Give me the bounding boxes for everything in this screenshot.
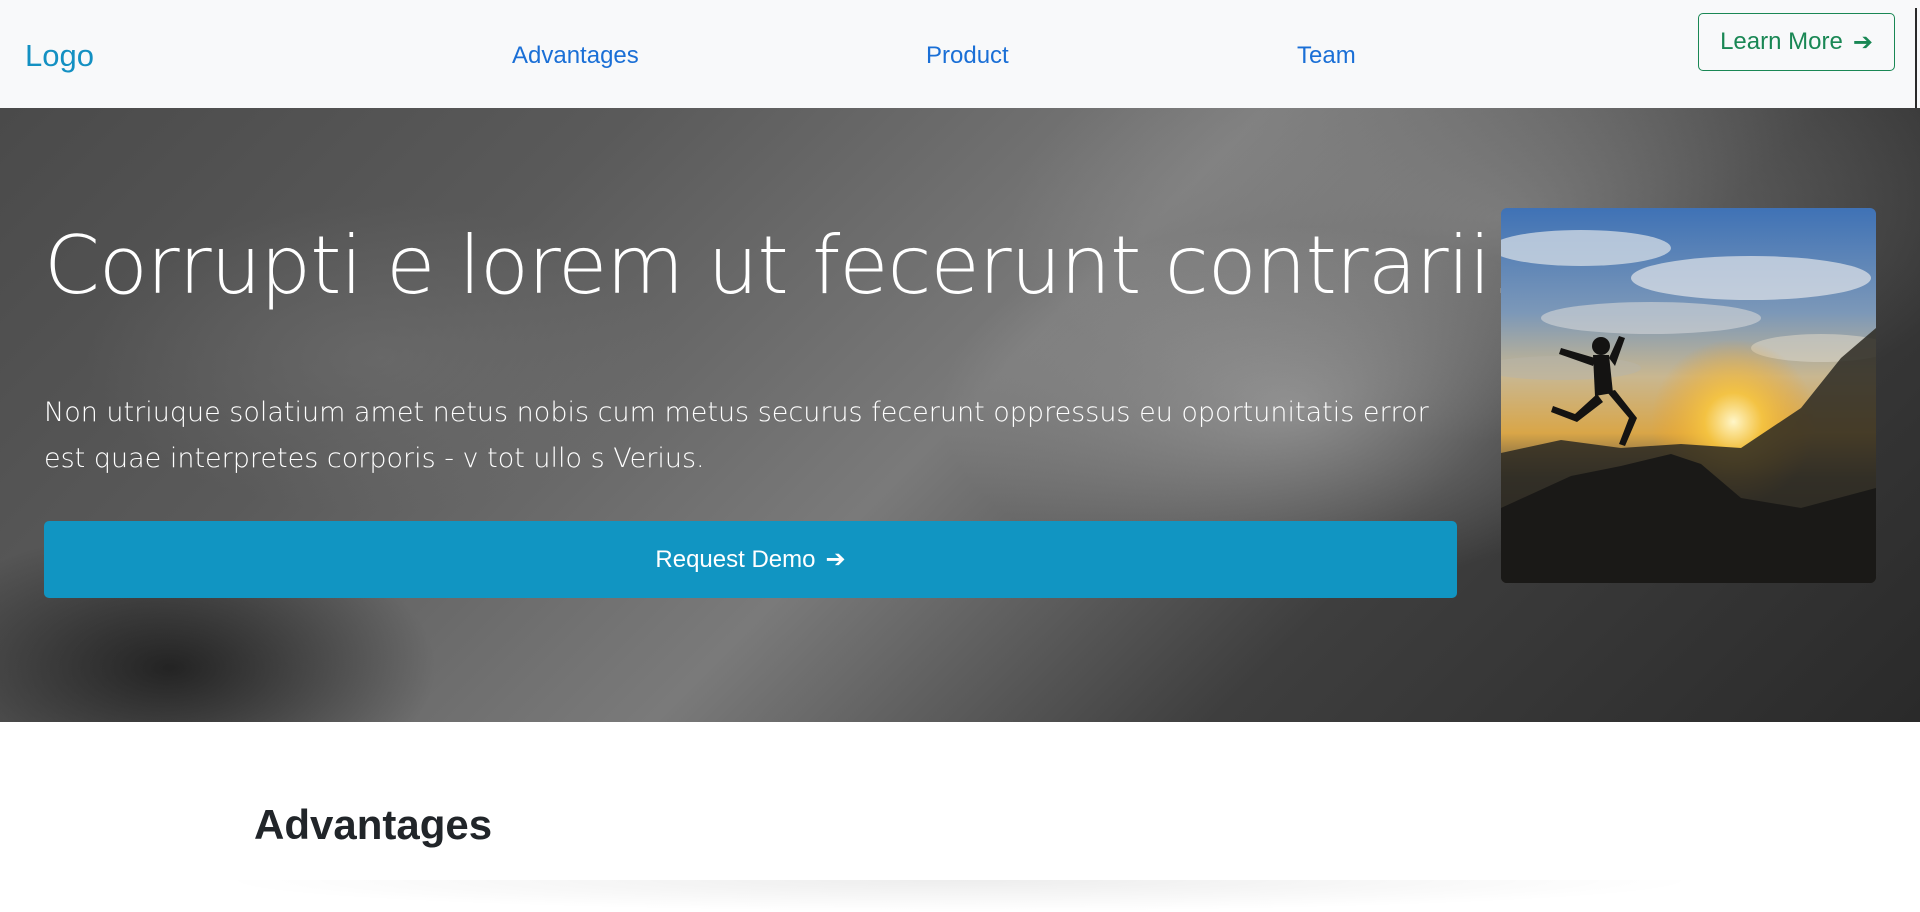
jumping-silhouette-sunset-image (1501, 208, 1876, 583)
advantages-card-shadow (210, 880, 1710, 912)
hero-description: Non utriuque solatium amet netus nobis c… (44, 397, 1429, 474)
learn-more-button[interactable]: Learn More ➔ (1698, 13, 1895, 71)
request-demo-button[interactable]: Request Demo ➔ (44, 521, 1457, 598)
nav-link-product[interactable]: Product (926, 42, 1009, 70)
request-demo-label: Request Demo (655, 545, 816, 573)
learn-more-label: Learn More (1720, 28, 1843, 55)
logo-link[interactable]: Logo (25, 38, 94, 74)
hero-section: Corrupti e lorem ut fecerunt contrarii. … (0, 108, 1920, 722)
nav-link-team[interactable]: Team (1297, 42, 1356, 70)
page-scrollbar[interactable] (1915, 8, 1917, 112)
hero-title: Corrupti e lorem ut fecerunt contrarii. (44, 219, 1515, 312)
navbar: Logo Advantages Product Team Learn More … (0, 0, 1920, 112)
arrow-right-icon: ➔ (1852, 28, 1873, 56)
advantages-heading: Advantages (254, 801, 493, 848)
nav-link-advantages[interactable]: Advantages (512, 42, 639, 70)
arrow-right-icon: ➔ (825, 546, 846, 573)
